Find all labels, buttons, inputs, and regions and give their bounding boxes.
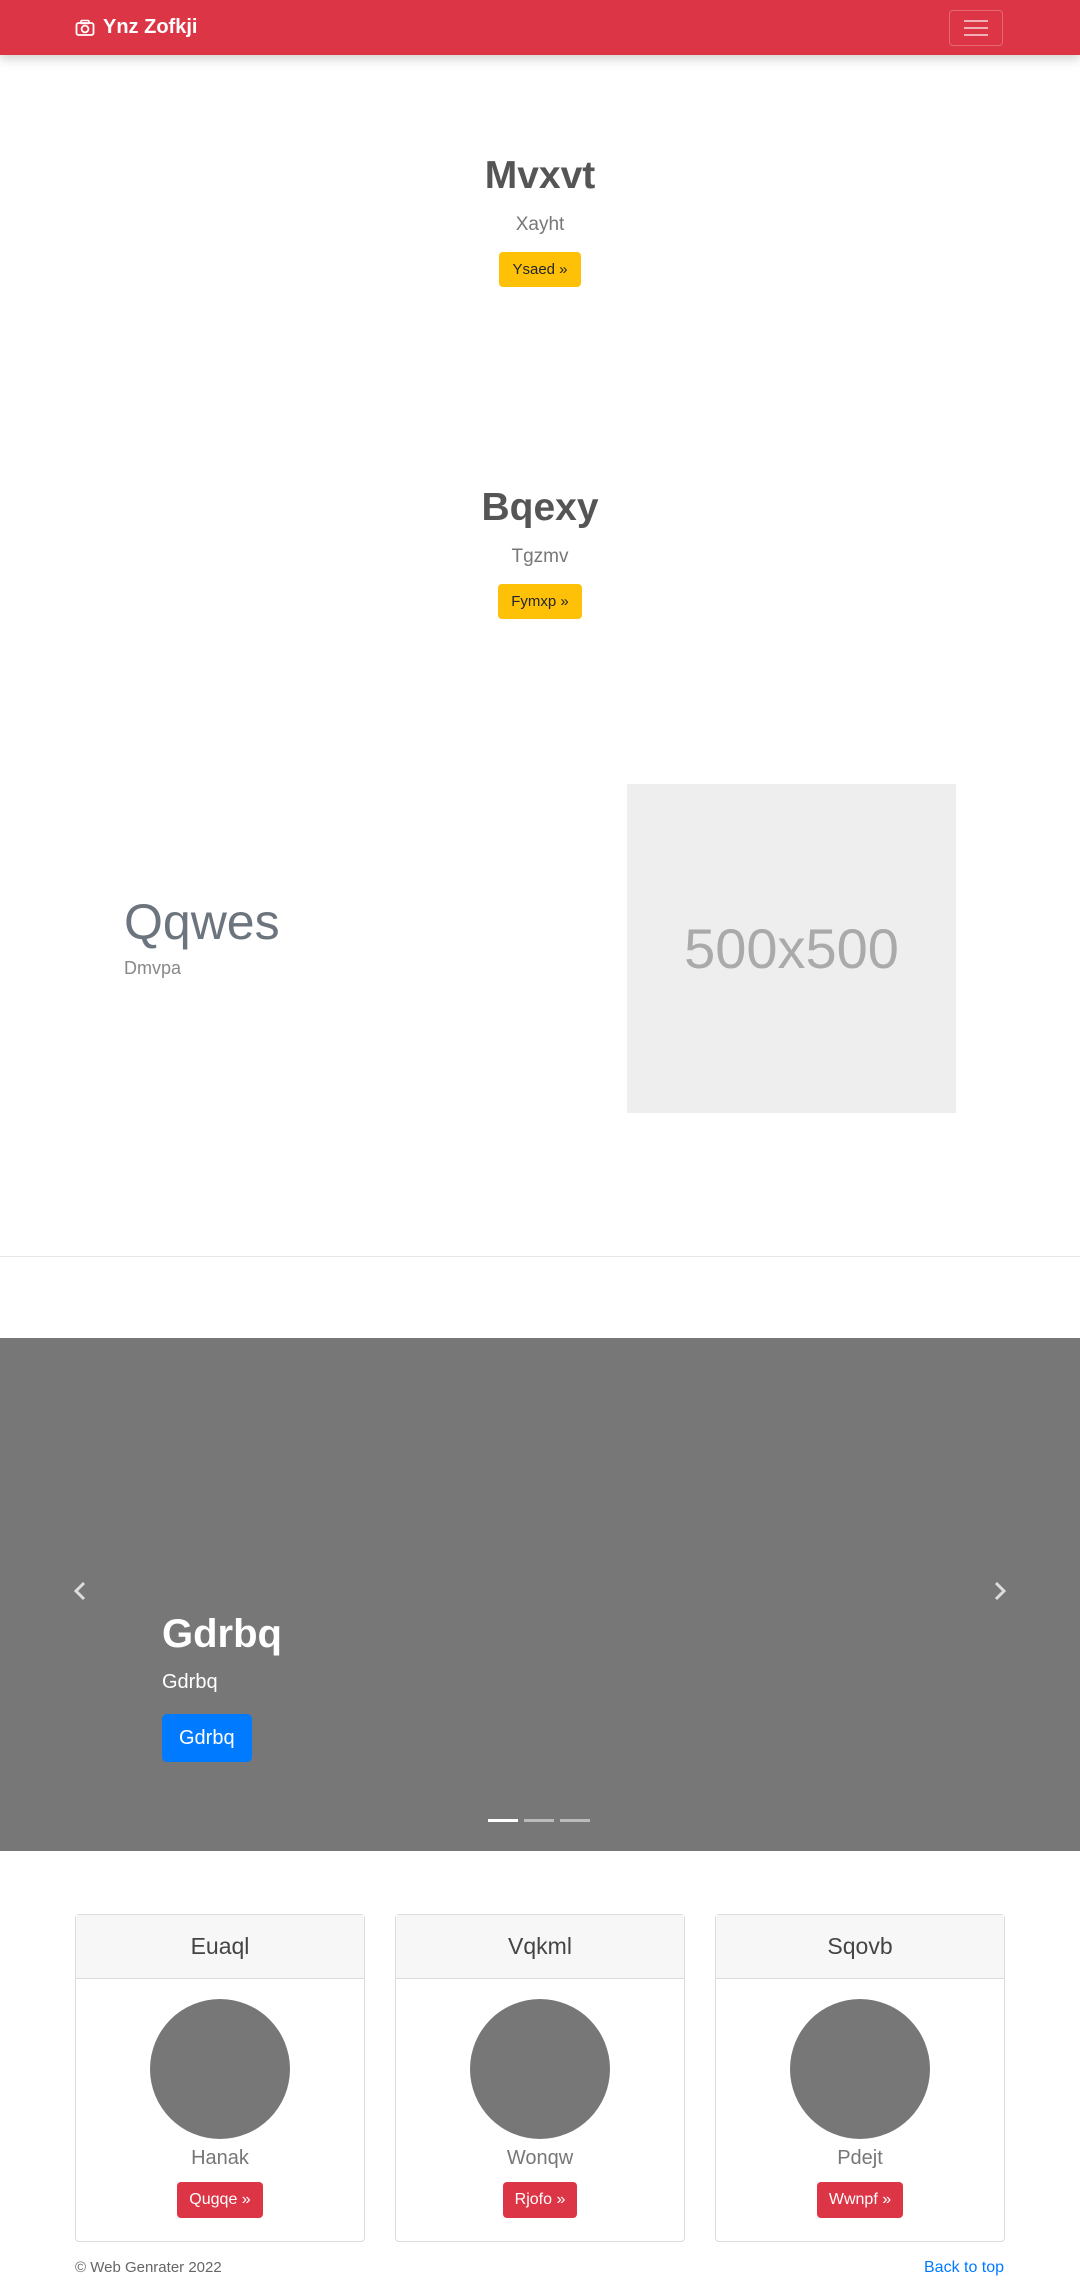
card-name: Hanak: [191, 2147, 249, 2169]
carousel-indicator-2[interactable]: [524, 1819, 554, 1822]
hero-title: Bqexy: [481, 486, 599, 529]
profile-card: Euaql Hanak Qugqe »: [75, 1914, 365, 2242]
carousel-button[interactable]: Gdrbq: [162, 1714, 252, 1762]
camera-icon: [75, 19, 95, 36]
navbar-toggle-button[interactable]: [949, 10, 1003, 46]
carousel-indicators: [488, 1819, 590, 1822]
brand-name: Ynz Zofkji: [103, 16, 198, 38]
feature-title: Qqwes: [124, 894, 280, 950]
hero-button[interactable]: Ysaed »: [499, 251, 581, 287]
hero-button[interactable]: Fymxp »: [498, 583, 582, 619]
card-button[interactable]: Wwnpf »: [816, 2182, 904, 2218]
card-button[interactable]: Qugqe »: [177, 2182, 263, 2218]
card-button[interactable]: Rjofo »: [502, 2182, 578, 2218]
placeholder-image-label: 500x500: [684, 917, 899, 980]
card-header: Euaql: [76, 1915, 364, 1979]
carousel-indicator-1[interactable]: [488, 1819, 518, 1822]
chevron-right-icon: [994, 1581, 1007, 1601]
carousel-next-button[interactable]: [988, 1580, 1010, 1607]
hero-section-1: Mvxvt Xayht Ysaed »: [0, 153, 1080, 287]
card-name: Pdejt: [837, 2147, 883, 2169]
placeholder-image: 500x500: [627, 784, 956, 1113]
footer-copyright: © Web Genrater 2022: [75, 2259, 222, 2276]
carousel-title: Gdrbq: [162, 1612, 282, 1656]
section-divider: [0, 1256, 1080, 1257]
top-navbar: Ynz Zofkji: [0, 0, 1080, 55]
avatar: [150, 1999, 290, 2139]
brand-link[interactable]: Ynz Zofkji: [75, 0, 197, 55]
avatar: [470, 1999, 610, 2139]
hero-subtitle: Xayht: [515, 213, 565, 235]
carousel-indicator-3[interactable]: [560, 1819, 590, 1822]
card-name: Wonqw: [506, 2147, 574, 2169]
hero-section-2: Bqexy Tgzmv Fymxp »: [0, 485, 1080, 619]
hamburger-menu-icon: [964, 20, 988, 36]
carousel-prev-button[interactable]: [70, 1580, 92, 1607]
card-header: Vqkml: [396, 1915, 684, 1979]
chevron-left-icon: [73, 1581, 86, 1601]
avatar: [790, 1999, 930, 2139]
card-header: Sqovb: [716, 1915, 1004, 1979]
hero-subtitle: Tgzmv: [511, 545, 569, 567]
carousel: Gdrbq Gdrbq Gdrbq: [0, 1338, 1080, 1851]
profile-card: Vqkml Wonqw Rjofo »: [395, 1914, 685, 2242]
feature-subtitle: Dmvpa: [124, 958, 182, 978]
hero-title: Mvxvt: [484, 154, 596, 197]
profile-card: Sqovb Pdejt Wwnpf »: [715, 1914, 1005, 2242]
carousel-caption: Gdrbq: [162, 1671, 218, 1693]
back-to-top-link[interactable]: Back to top: [924, 2259, 1004, 2277]
